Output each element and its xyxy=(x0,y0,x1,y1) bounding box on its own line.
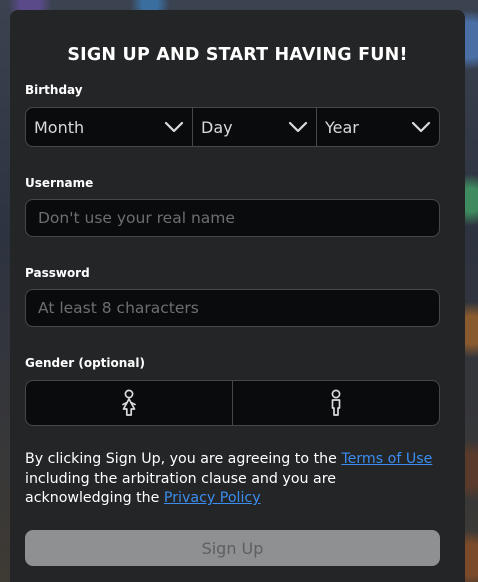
gender-male-button[interactable] xyxy=(232,381,439,425)
month-select[interactable]: Month xyxy=(26,108,192,146)
gender-female-button[interactable] xyxy=(26,381,232,425)
username-input[interactable] xyxy=(25,199,440,237)
sign-up-button[interactable]: Sign Up xyxy=(25,530,440,566)
month-select-value: Month xyxy=(34,117,85,137)
password-input[interactable] xyxy=(25,289,440,327)
day-select[interactable]: Day xyxy=(192,108,316,146)
chevron-down-icon xyxy=(411,121,431,133)
page-title: SIGN UP AND START HAVING FUN! xyxy=(67,45,408,65)
female-icon xyxy=(122,389,136,416)
chevron-down-icon xyxy=(288,121,308,133)
day-select-value: Day xyxy=(201,117,233,137)
password-label: Password xyxy=(25,266,90,280)
signup-card: SIGN UP AND START HAVING FUN! Birthday M… xyxy=(10,10,465,582)
chevron-down-icon xyxy=(164,121,184,133)
birthday-selects: Month Day Year xyxy=(25,107,440,147)
gender-toggle xyxy=(25,380,440,426)
birthday-label: Birthday xyxy=(25,83,83,97)
year-select-value: Year xyxy=(325,117,359,137)
male-icon xyxy=(331,389,341,416)
username-label: Username xyxy=(25,176,94,190)
year-select[interactable]: Year xyxy=(316,108,439,146)
gender-label: Gender (optional) xyxy=(25,356,146,370)
terms-notice: By clicking Sign Up, you are agreeing to… xyxy=(25,450,437,509)
privacy-policy-link[interactable]: Privacy Policy xyxy=(164,490,261,506)
terms-prefix: By clicking Sign Up, you are agreeing to… xyxy=(25,451,342,467)
terms-of-use-link[interactable]: Terms of Use xyxy=(341,451,432,467)
